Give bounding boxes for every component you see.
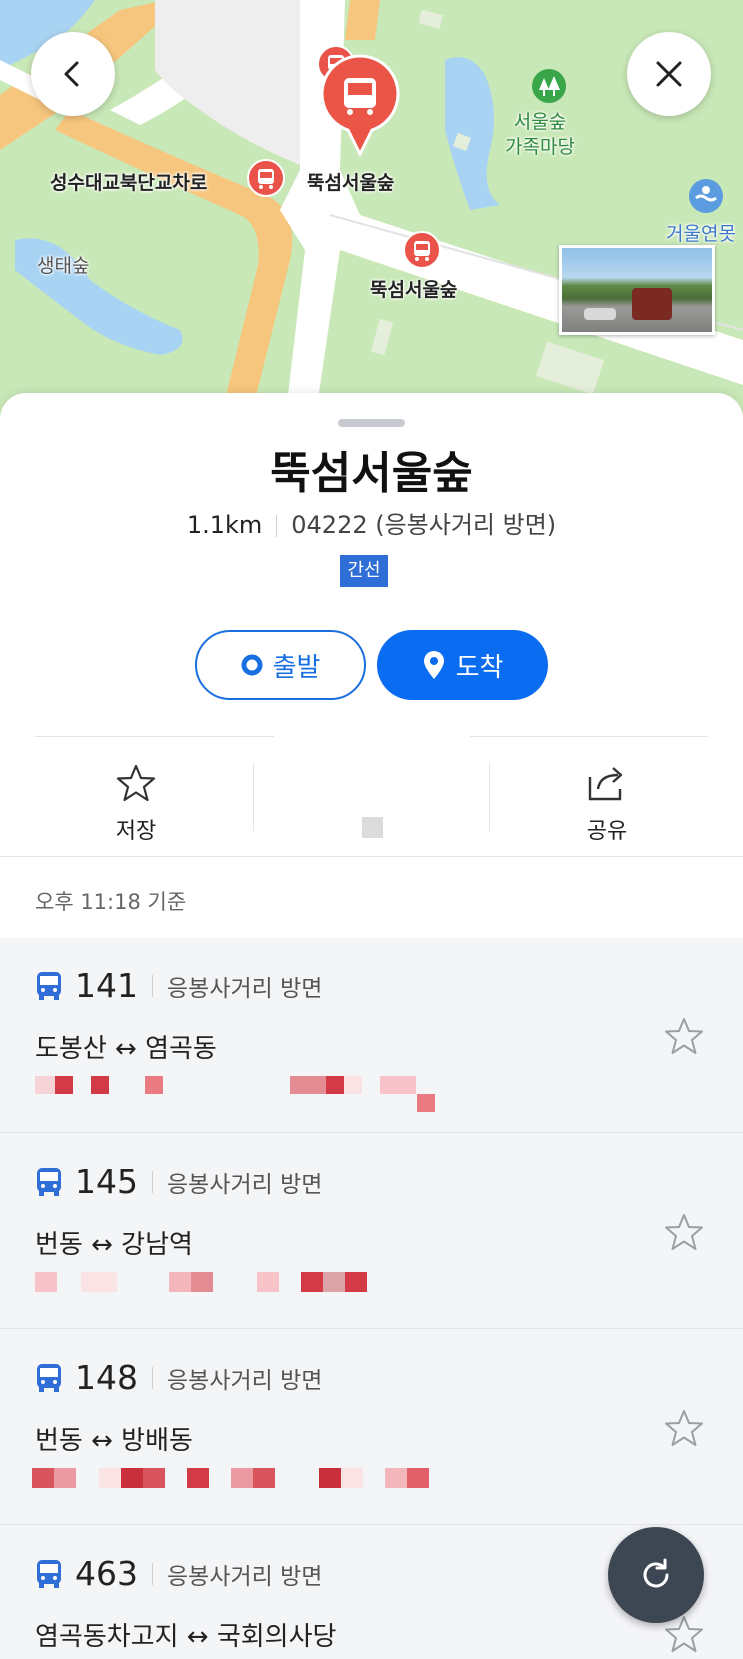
bus-icon	[37, 1167, 61, 1196]
map-label-intersection: 성수대교북단교차로	[50, 172, 208, 194]
share-label: 공유	[586, 819, 628, 844]
share-action[interactable]: 공유	[532, 763, 682, 845]
bus-stop-marker-icon[interactable]	[402, 230, 442, 270]
depart-button[interactable]: 출발	[195, 630, 366, 700]
save-label: 저장	[115, 819, 157, 844]
arrival-info-redacted	[35, 1076, 455, 1116]
bus-icon	[37, 1559, 61, 1588]
bus-number: 463	[75, 1554, 138, 1593]
divider	[489, 763, 490, 831]
bus-icon	[37, 1363, 61, 1392]
divider	[253, 763, 254, 831]
bus-list-item[interactable]: 148 응봉사거리 방면 번동 ↔ 방배동	[0, 1330, 743, 1525]
street-view-thumbnail[interactable]	[559, 245, 715, 335]
chevron-left-icon	[64, 61, 79, 87]
location-pin-icon	[423, 651, 444, 679]
refresh-icon	[643, 1558, 669, 1588]
bus-header: 148 응봉사거리 방면	[35, 1358, 322, 1397]
refresh-button[interactable]	[608, 1527, 704, 1623]
bus-number: 141	[75, 966, 138, 1005]
bus-route: 번동 ↔ 방배동	[35, 1426, 193, 1456]
map-label-stop-second: 뚝섬서울숲	[370, 279, 458, 301]
family-yard-line1: 서울숲	[513, 111, 567, 133]
depart-label: 출발	[272, 652, 321, 683]
bus-header: 141 응봉사거리 방면	[35, 966, 322, 1005]
bus-header: 145 응봉사거리 방면	[35, 1162, 322, 1201]
close-icon	[656, 61, 682, 87]
star-icon	[116, 764, 156, 802]
favorite-star-icon[interactable]	[663, 1016, 705, 1056]
favorite-star-icon[interactable]	[663, 1212, 705, 1252]
timestamp: 오후 11:18 기준	[35, 890, 187, 914]
divider	[152, 1562, 153, 1585]
bus-icon	[37, 971, 61, 1000]
bus-number: 148	[75, 1358, 138, 1397]
arrival-info-redacted	[32, 1468, 455, 1508]
bus-list-item[interactable]: 145 응봉사거리 방면 번동 ↔ 강남역	[0, 1134, 743, 1329]
bus-direction: 응봉사거리 방면	[167, 1171, 323, 1198]
divider	[152, 974, 153, 997]
bus-number: 145	[75, 1162, 138, 1201]
bus-route: 번동 ↔ 강남역	[35, 1230, 193, 1260]
divider	[152, 1170, 153, 1193]
bus-list-item[interactable]: 141 응봉사거리 방면 도봉산 ↔ 염곡동	[0, 938, 743, 1133]
bus-route: 도봉산 ↔ 염곡동	[35, 1034, 217, 1064]
stop-meta: 1.1km 04222 (응봉사거리 방면)	[0, 505, 743, 540]
bus-direction: 응봉사거리 방면	[167, 1563, 323, 1590]
favorite-star-icon[interactable]	[663, 1408, 705, 1448]
map-label-family-yard: 서울숲 가족마당	[505, 110, 575, 160]
park-icon	[532, 69, 566, 103]
family-yard-line2: 가족마당	[505, 136, 575, 158]
route-type-badge: 간선	[340, 555, 388, 587]
map-view[interactable]: 성수대교북단교차로 뚝섬서울숲 뚝섬서울숲 생태숲 서울숲 가족마당 거울연못	[0, 0, 743, 420]
stop-distance: 1.1km	[186, 511, 263, 539]
bus-direction: 응봉사거리 방면	[167, 975, 323, 1002]
stop-title: 뚝섬서울숲	[270, 448, 473, 499]
placeholder-square	[362, 817, 383, 838]
meta-divider	[276, 515, 278, 537]
share-icon	[588, 767, 623, 801]
bus-header: 463 응봉사거리 방면	[35, 1554, 322, 1593]
arrival-info-redacted	[35, 1272, 455, 1312]
map-label-mirror-pond: 거울연못	[666, 223, 736, 245]
close-button[interactable]	[627, 32, 711, 116]
save-action[interactable]: 저장	[61, 763, 211, 845]
stop-code-direction: 04222 (응봉사거리 방면)	[291, 511, 557, 539]
divider	[0, 856, 743, 857]
arrive-button[interactable]: 도착	[377, 630, 548, 700]
app-screen: 성수대교북단교차로 뚝섬서울숲 뚝섬서울숲 생태숲 서울숲 가족마당 거울연못	[0, 0, 743, 1659]
pond-icon	[689, 179, 723, 213]
arrive-label: 도착	[455, 652, 504, 683]
bus-stop-marker-icon[interactable]	[246, 158, 286, 198]
stop-info-sheet: 뚝섬서울숲 1.1km 04222 (응봉사거리 방면) 간선 출발 도착 저장	[0, 393, 743, 938]
origin-dot-icon	[241, 654, 263, 676]
sheet-drag-handle[interactable]	[338, 419, 405, 427]
bus-route: 염곡동차고지 ↔ 국회의사당	[35, 1622, 337, 1652]
back-button[interactable]	[31, 32, 115, 116]
divider	[152, 1366, 153, 1389]
bus-direction: 응봉사거리 방면	[167, 1367, 323, 1394]
selected-bus-stop-pin-icon[interactable]	[318, 54, 402, 158]
map-label-stop-main: 뚝섬서울숲	[307, 172, 395, 194]
map-label-ecoforest: 생태숲	[37, 255, 90, 277]
